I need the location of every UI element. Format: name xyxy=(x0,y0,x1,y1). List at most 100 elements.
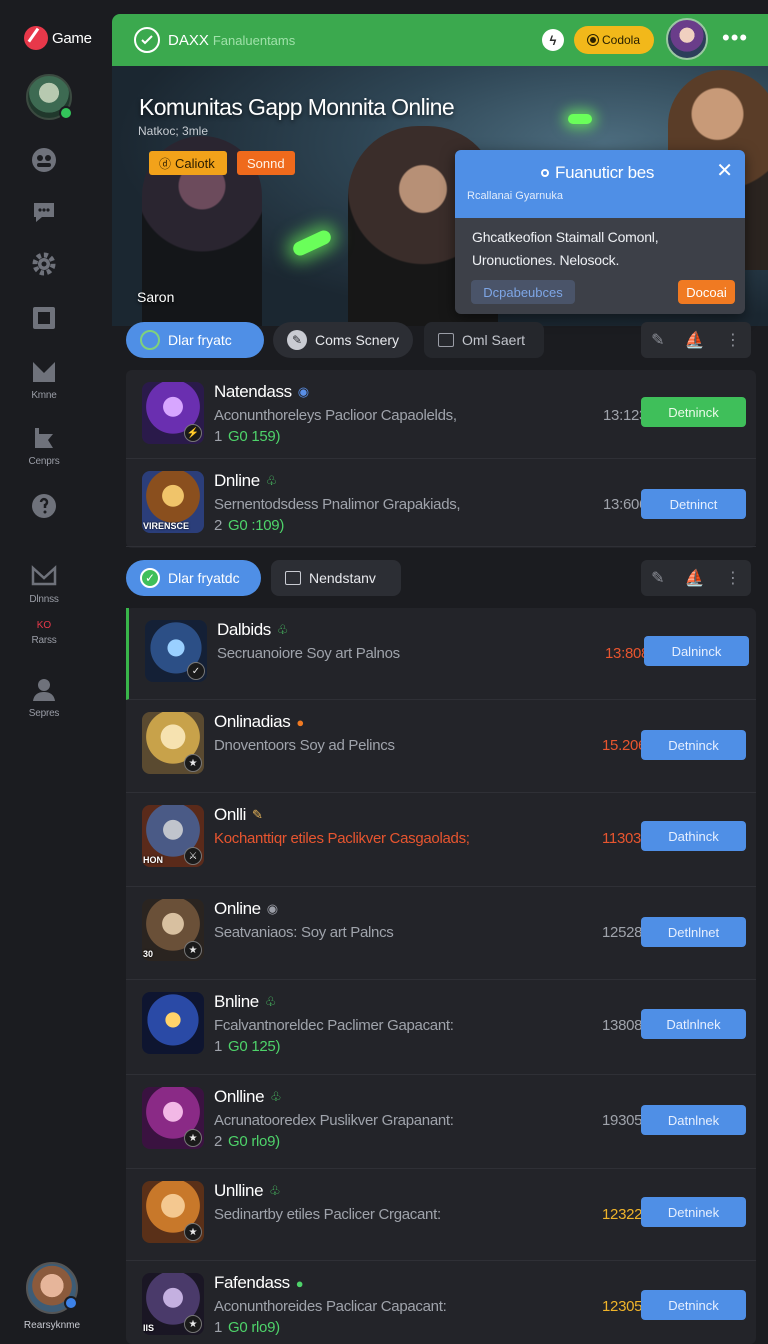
sidebar-item-rarss[interactable]: KO Rarss xyxy=(0,620,88,646)
detail-button[interactable]: Detninck xyxy=(641,730,746,760)
game-title: Dalbids ♧ xyxy=(217,620,289,640)
sidebar-item-mail[interactable]: Kmne xyxy=(0,358,88,401)
filter-tab-active[interactable]: Dlar fryatc xyxy=(126,322,264,358)
sidebar-item-label: Rarss xyxy=(31,635,57,646)
game-status-icon: ♧ xyxy=(276,622,289,637)
wizard-thumbnail: ⚡ xyxy=(142,382,204,444)
game-list-row[interactable]: ⚡ Natendass ◉ Aconunthoreleys Paclioor Capa… xyxy=(126,370,756,459)
person-icon xyxy=(33,679,55,701)
edit-icon[interactable]: ✎ xyxy=(651,568,664,588)
game-list-row[interactable]: ★ Onlline ♧ Acrunatooredex Puslikver Grapan… xyxy=(126,1075,756,1169)
players-count: 1 xyxy=(214,428,223,445)
sidebar-item-users[interactable] xyxy=(0,146,88,174)
sidebar-item-help[interactable] xyxy=(0,492,88,520)
check-circle-icon xyxy=(140,330,160,350)
game-list-row[interactable]: 30 ★ Online ◉ Seatvaniaos: Soy art Palncs 125… xyxy=(126,887,756,980)
game-title-text: Onlline xyxy=(214,1087,265,1106)
more-options-icon[interactable]: ••• xyxy=(722,27,748,49)
game-description: Sernentodsdess Pnalimor Grapakiads, xyxy=(214,496,461,513)
players-online: G0 159) xyxy=(228,428,281,445)
more-vertical-icon[interactable]: ⋮ xyxy=(725,330,741,350)
thumbnail-badge-icon: ⚔ xyxy=(184,847,202,865)
game-list-row[interactable]: VIRENSCE Dnline ♧ Sernentodsdess Pnalimor G… xyxy=(126,459,756,547)
game-title: Onlli ✎ xyxy=(214,805,263,825)
top-bar: DAXX Fanaluentams ϟ Codola ••• xyxy=(112,14,768,66)
notification-subtitle: Rcallanai Gyarnuka xyxy=(467,190,563,202)
detail-button[interactable]: Detlnlnet xyxy=(641,917,746,947)
hero-glow-effect xyxy=(568,114,592,124)
detail-button[interactable]: Detninck xyxy=(641,397,746,427)
game-title: Natendass ◉ xyxy=(214,382,309,402)
edit-icon[interactable]: ✎ xyxy=(651,330,664,350)
status-icon xyxy=(64,1296,78,1310)
notification-primary-button[interactable]: Docoai xyxy=(678,280,735,304)
sidebar-item-people[interactable]: Sepres xyxy=(0,676,88,719)
detail-button[interactable]: Datnlnek xyxy=(641,1105,746,1135)
detail-button[interactable]: Detninct xyxy=(641,489,746,519)
detail-button[interactable]: Detninck xyxy=(641,1290,746,1320)
hero-tag-button[interactable]: ⓓ Caliotk xyxy=(149,151,227,175)
close-icon[interactable]: ✕ xyxy=(716,158,733,183)
game-description: Acrunatooredex Puslikver Grapanant: xyxy=(214,1112,454,1129)
cowboy-thumbnail: VIRENSCE xyxy=(142,471,204,533)
filter-tab[interactable]: Oml Saert xyxy=(424,322,544,358)
filter-label: Coms Scnery xyxy=(315,332,400,348)
game-list-row[interactable]: ★ Onlinadias ● Dnoventoors Soy ad Pelincs 15… xyxy=(126,700,756,793)
filter-tab[interactable]: Nendstanv xyxy=(271,560,401,596)
profile[interactable]: Rearsyknme xyxy=(0,1262,104,1331)
sidebar-item-settings[interactable] xyxy=(0,250,88,278)
thumbnail-badge-icon: ★ xyxy=(184,1315,202,1333)
sidebar-item-inbox[interactable]: Dlnnss xyxy=(0,562,88,605)
rogue-thumbnail: IIS ★ xyxy=(142,1273,204,1335)
filter-tab[interactable]: ✎ Coms Scnery xyxy=(273,322,413,358)
pencil-icon: ✎ xyxy=(287,330,307,350)
witch-thumbnail: ★ xyxy=(142,1087,204,1149)
game-title-text: Dalbids xyxy=(217,620,271,639)
notification-header: Fuanuticr bes ✕ Rcallanai Gyarnuka xyxy=(455,150,745,218)
check-icon[interactable] xyxy=(134,27,160,53)
game-description: Kochanttiqr etiles Paclikver Casgaolads; xyxy=(214,830,470,847)
detail-button[interactable]: Dalninck xyxy=(644,636,749,666)
square-icon xyxy=(33,307,55,329)
players-count: 1 xyxy=(214,1319,223,1336)
brand[interactable]: Game xyxy=(24,26,92,50)
game-status-icon: ◉ xyxy=(266,901,278,916)
brand-logo-icon xyxy=(24,26,48,50)
game-list-row[interactable]: IIS ★ Fafendass ● Aconunthoreides Paclicar C… xyxy=(126,1261,756,1344)
game-list-row[interactable]: ★ Unlline ♧ Sedinartby etiles Paclicer Crga… xyxy=(126,1169,756,1261)
game-title: Fafendass ● xyxy=(214,1273,304,1293)
knight-thumbnail: HON ⚔ xyxy=(142,805,204,867)
thumbnail-label: 30 xyxy=(143,949,154,959)
bolt-icon[interactable]: ϟ xyxy=(542,29,564,51)
gear-icon xyxy=(32,252,56,276)
game-list-row[interactable]: HON ⚔ Onlli ✎ Kochanttiqr etiles Paclikver C… xyxy=(126,793,756,887)
top-bar-avatar[interactable] xyxy=(666,18,708,60)
game-description: Dnoventoors Soy ad Pelincs xyxy=(214,737,395,754)
detail-button[interactable]: Datlnlnek xyxy=(641,1009,746,1039)
user-avatar[interactable] xyxy=(26,74,73,120)
game-players: 1 G0 rlo9) xyxy=(214,1319,280,1336)
sail-icon[interactable]: ⛵ xyxy=(685,330,705,350)
list-icon xyxy=(438,333,454,347)
coins-button[interactable]: Codola xyxy=(574,26,654,54)
game-list-row[interactable]: ✓ Dalbids ♧ Secruanoiore Soy art Palnos 13:8… xyxy=(126,608,756,700)
online-status-icon xyxy=(59,106,73,120)
sail-icon[interactable]: ⛵ xyxy=(685,568,705,588)
sidebar-item-label: Cenprs xyxy=(28,456,60,467)
filter-tab-active[interactable]: ✓ Dlar fryatdc xyxy=(126,560,261,596)
sidebar-item-flag[interactable]: Cenprs xyxy=(0,424,88,467)
hero-tag-button[interactable]: Sonnd xyxy=(237,151,295,175)
sidebar-item-square[interactable] xyxy=(0,304,88,332)
detail-button[interactable]: Dathinck xyxy=(641,821,746,851)
game-list-row[interactable]: Bnline ♧ Fcalvantnoreldec Paclimer Gapacan… xyxy=(126,980,756,1075)
brand-name: Game xyxy=(52,29,92,47)
more-vertical-icon[interactable]: ⋮ xyxy=(725,568,741,588)
game-title: Unlline ♧ xyxy=(214,1181,281,1201)
detail-button[interactable]: Detninek xyxy=(641,1197,746,1227)
notification-secondary-button[interactable]: Dcpabeubces xyxy=(471,280,575,304)
filter-label: Dlar fryatc xyxy=(168,332,232,348)
notification-title: Fuanuticr bes xyxy=(541,163,654,183)
game-status-icon: ● xyxy=(295,1275,304,1291)
game-title: Online ◉ xyxy=(214,899,278,919)
sidebar-item-chat[interactable] xyxy=(0,198,88,226)
